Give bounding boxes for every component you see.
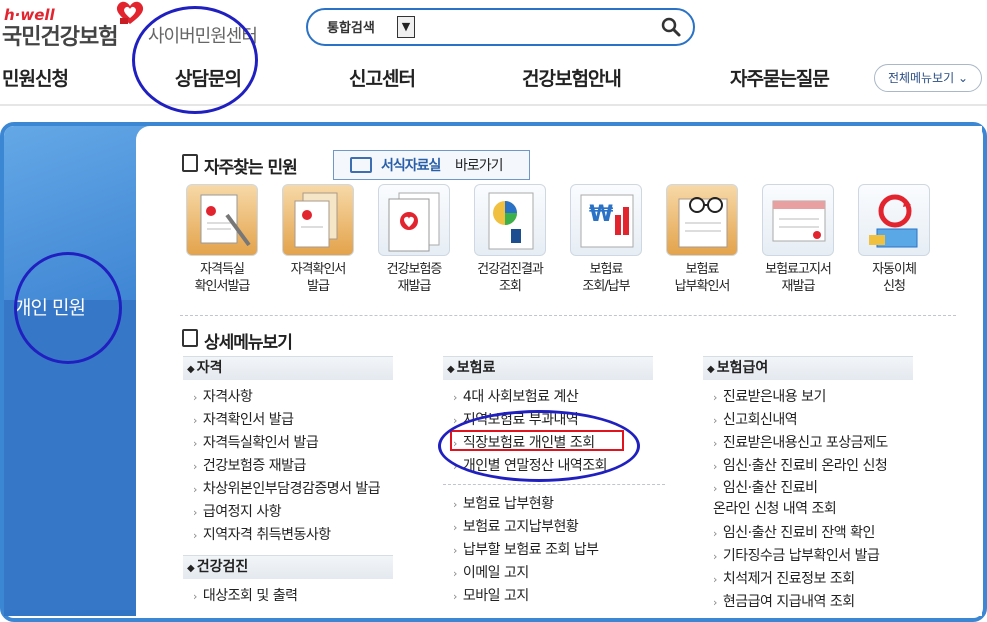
- category-health-checkup: ◆ 건강검진: [183, 555, 393, 579]
- menu-link[interactable]: › 임신·출산 진료비 잔액 확인: [713, 522, 875, 542]
- logo-text[interactable]: 국민건강보험: [2, 19, 118, 51]
- all-menu-button[interactable]: 전체메뉴보기 ⌄: [874, 64, 982, 92]
- svg-text:₩: ₩: [589, 202, 613, 227]
- menu-link[interactable]: › 납부할 보험료 조회 납부: [453, 539, 599, 559]
- frequent-title: 자주찾는 민원: [204, 158, 298, 178]
- forms-library-label: 서식자료실: [381, 158, 441, 174]
- menu-link[interactable]: › 보험료 납부현황: [453, 493, 554, 513]
- nav-faq[interactable]: 자주묻는질문: [730, 64, 830, 91]
- menu-link[interactable]: › 건강보험증 재발급: [193, 455, 306, 475]
- category-label: 건강검진: [196, 559, 249, 575]
- search-input[interactable]: [420, 14, 648, 40]
- quick-label-bill-reissue[interactable]: 보험료고지서 재발급: [748, 261, 848, 295]
- quick-label-auto-transfer[interactable]: 자동이체 신청: [844, 261, 944, 295]
- menu-link[interactable]: › 자격확인서 발급: [193, 409, 294, 429]
- menu-link[interactable]: › 급여정지 사항: [193, 501, 282, 521]
- won-bar-chart-icon[interactable]: ₩: [570, 184, 642, 256]
- category-label: 보험료: [456, 360, 496, 376]
- menu-link[interactable]: › 자격득실확인서 발급: [193, 432, 319, 452]
- annotation-ellipse: [438, 410, 640, 482]
- bill-statement-icon[interactable]: [762, 184, 834, 256]
- book-icon: [182, 154, 198, 172]
- search-scope-select[interactable]: 통합검색: [327, 17, 375, 36]
- menu-link[interactable]: › 차상위본인부담경감증명서 발급: [193, 478, 381, 498]
- nav-report-center[interactable]: 신고센터: [349, 64, 416, 91]
- chevron-down-icon[interactable]: ▼: [397, 16, 415, 38]
- nav-insurance-guide[interactable]: 건강보험안내: [522, 64, 622, 91]
- forms-shortcut-label: 바로가기: [455, 158, 504, 174]
- menu-link[interactable]: › 치석제거 진료정보 조회: [713, 568, 855, 588]
- quick-label-qualification-cert[interactable]: 자격확인서 발급: [268, 261, 368, 295]
- category-benefits: ◆ 보험급여: [703, 356, 913, 380]
- category-qualification: ◆ 자격: [183, 356, 393, 380]
- menu-link[interactable]: › 기타징수금 납부확인서 발급: [713, 545, 880, 565]
- heart-logo-icon: [116, 1, 144, 25]
- quick-label-checkup-result[interactable]: 건강검진결과 조회: [460, 261, 560, 295]
- menu-link[interactable]: › 보험료 고지납부현황: [453, 516, 579, 536]
- menu-link[interactable]: › 임신·출산 진료비 온라인 신청 내역 조회: [713, 478, 837, 520]
- glasses-receipt-icon[interactable]: [666, 184, 738, 256]
- menu-link[interactable]: › 4대 사회보험료 계산: [453, 386, 579, 406]
- annotation-ellipse: [14, 252, 122, 364]
- insurance-card-icon[interactable]: [378, 184, 450, 256]
- quick-label-qualification-history[interactable]: 자격득실 확인서발급: [172, 261, 272, 295]
- detail-title: 상세메뉴보기: [204, 333, 293, 353]
- menu-link[interactable]: › 모바일 고지: [453, 585, 529, 605]
- document-icon: [182, 329, 198, 347]
- nav-divider: [0, 104, 987, 106]
- menu-link[interactable]: › 지역자격 취득변동사항: [193, 524, 331, 544]
- nav-civil-application[interactable]: 민원신청: [2, 64, 69, 91]
- quick-label-payment-cert[interactable]: 보험료 납부확인서: [652, 261, 752, 295]
- menu-link[interactable]: › 대상조회 및 출력: [193, 585, 298, 605]
- menu-link[interactable]: › 진료받은내용신고 포상금제도: [713, 432, 888, 452]
- menu-link[interactable]: › 신고회신내역: [713, 409, 798, 429]
- menu-link[interactable]: › 진료받은내용 보기: [713, 386, 826, 406]
- menu-link[interactable]: › 이메일 고지: [453, 562, 529, 582]
- folder-icon: [350, 157, 372, 173]
- documents-stamp-icon[interactable]: [282, 184, 354, 256]
- menu-link[interactable]: › 임신·출산 진료비 온라인 신청: [713, 455, 888, 475]
- quick-label-premium-payment[interactable]: 보험료 조회/납부: [556, 261, 656, 295]
- annotation-ellipse: [132, 6, 258, 114]
- section-divider: [180, 315, 956, 316]
- search-icon[interactable]: [660, 16, 682, 38]
- category-label: 자격: [196, 360, 223, 376]
- category-label: 보험급여: [716, 360, 769, 376]
- category-premium: ◆ 보험료: [443, 356, 653, 380]
- menu-link[interactable]: › 현금급여 지급내역 조회: [713, 591, 855, 611]
- auto-transfer-icon[interactable]: [858, 184, 930, 256]
- section-divider: [443, 484, 665, 485]
- menu-link[interactable]: › 자격사항: [193, 386, 253, 406]
- quick-label-card-reissue[interactable]: 건강보험증 재발급: [364, 261, 464, 295]
- health-checkup-chart-icon[interactable]: [474, 184, 546, 256]
- document-pen-icon[interactable]: [186, 184, 258, 256]
